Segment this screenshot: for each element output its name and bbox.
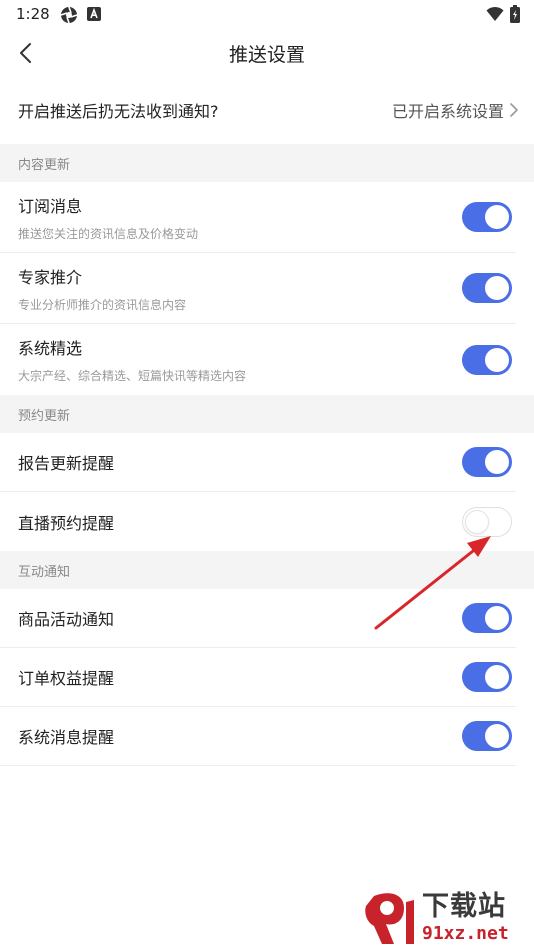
toggle-live-reminder[interactable] — [462, 506, 512, 537]
status-bar: 1:28 — [0, 0, 534, 30]
setting-row-order-benefit: 订单权益提醒 — [0, 648, 516, 707]
setting-title: 系统消息提醒 — [18, 728, 115, 747]
setting-title: 专家推介 — [18, 267, 83, 287]
setting-title: 商品活动通知 — [18, 610, 115, 629]
toggle-knob — [485, 665, 509, 689]
setting-row-promo: 商品活动通知 — [0, 589, 516, 648]
toggle-featured[interactable] — [462, 344, 512, 375]
setting-title: 订阅消息 — [18, 196, 83, 216]
toggle-knob — [485, 724, 509, 748]
setting-subtitle: 专业分析师推介的资讯信息内容 — [18, 297, 187, 312]
setting-row-subscription: 订阅消息 推送您关注的资讯信息及价格变动 — [0, 182, 516, 253]
watermark-logo-icon — [365, 893, 414, 944]
setting-subtitle: 大宗产经、综合精选、短篇快讯等精选内容 — [18, 369, 247, 383]
toggle-system-message[interactable] — [462, 721, 512, 751]
notice-text: 开启推送后扔无法收到通知? — [18, 102, 219, 121]
setting-title: 系统精选 — [18, 339, 83, 358]
toggle-knob — [485, 450, 509, 474]
setting-row-live-reminder: 直播预约提醒 — [0, 492, 516, 551]
aperture-icon — [60, 6, 78, 28]
setting-row-expert: 专家推介 专业分析师推介的资讯信息内容 — [0, 253, 516, 324]
setting-subtitle: 推送您关注的资讯信息及价格变动 — [18, 226, 199, 241]
chevron-right-icon — [510, 103, 518, 117]
toggle-subscription[interactable] — [462, 202, 512, 232]
section-header-reservation: 预约更新 — [0, 395, 534, 433]
toggle-knob — [485, 276, 509, 300]
status-time: 1:28 — [16, 5, 50, 23]
setting-row-featured: 系统精选 大宗产经、综合精选、短篇快讯等精选内容 — [0, 324, 516, 395]
section-header-interaction: 互动通知 — [0, 551, 534, 589]
page-title: 推送设置 — [228, 44, 305, 66]
system-settings-row[interactable]: 开启推送后扔无法收到通知? 已开启系统设置 — [0, 76, 534, 144]
setting-title: 直播预约提醒 — [18, 513, 115, 533]
toggle-knob — [485, 347, 509, 372]
toggle-report-update[interactable] — [462, 447, 512, 477]
battery-icon — [510, 5, 520, 27]
setting-row-report-update: 报告更新提醒 — [0, 433, 516, 492]
watermark: 下载站 91xz.net — [360, 888, 530, 948]
watermark-title: 下载站 — [422, 891, 506, 922]
toggle-order-benefit[interactable] — [462, 662, 512, 692]
toggle-knob — [485, 205, 509, 229]
setting-row-system-message: 系统消息提醒 — [0, 707, 516, 766]
section-header-content: 内容更新 — [0, 144, 534, 182]
setting-title: 订单权益提醒 — [18, 669, 115, 688]
a-box-icon — [86, 6, 102, 26]
nav-bar: 推送设置 — [0, 30, 534, 76]
toggle-knob — [485, 606, 509, 630]
system-settings-link[interactable]: 已开启系统设置 — [392, 98, 518, 122]
toggle-expert[interactable] — [462, 273, 512, 303]
setting-title: 报告更新提醒 — [18, 454, 115, 473]
watermark-url: 91xz.net — [422, 923, 509, 944]
system-settings-label: 已开启系统设置 — [391, 102, 504, 121]
wifi-icon — [486, 6, 504, 26]
toggle-knob — [465, 509, 489, 534]
toggle-promo[interactable] — [462, 603, 512, 633]
